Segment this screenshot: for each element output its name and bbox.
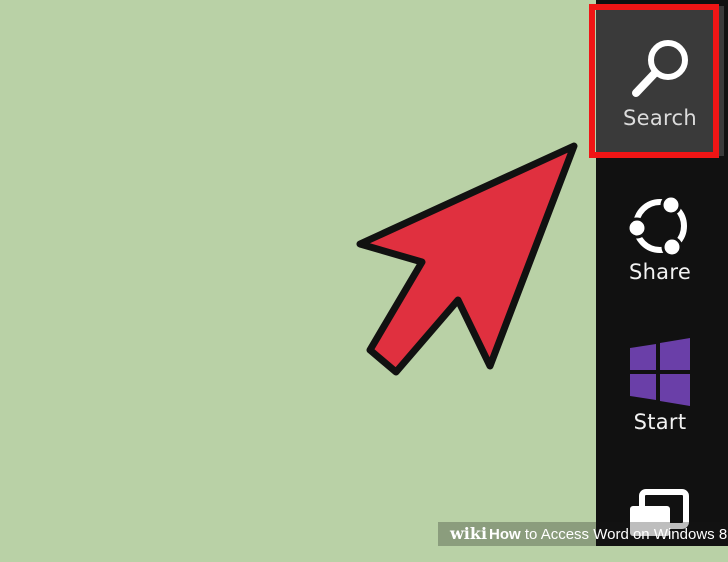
watermark-how: How: [489, 526, 521, 543]
watermark-brand: wiki: [450, 524, 488, 543]
share-charm-label: Share: [628, 260, 692, 284]
watermark-title: to Access Word on Windows 8: [520, 526, 728, 543]
start-charm-label: Start: [633, 410, 687, 434]
search-charm-label: Search: [623, 106, 697, 130]
windows-logo-icon: [630, 338, 690, 406]
wikihow-watermark: wiki How to Access Word on Windows 8: [438, 522, 728, 546]
magnifier-icon: [632, 40, 688, 97]
start-charm[interactable]: Start: [596, 306, 724, 456]
charms-bar: Search Share Start: [596, 0, 728, 546]
share-charm[interactable]: Share: [596, 156, 724, 306]
search-charm[interactable]: Search: [596, 6, 724, 156]
red-pointer-arrow-icon: [356, 142, 578, 376]
share-icon: [626, 194, 687, 258]
